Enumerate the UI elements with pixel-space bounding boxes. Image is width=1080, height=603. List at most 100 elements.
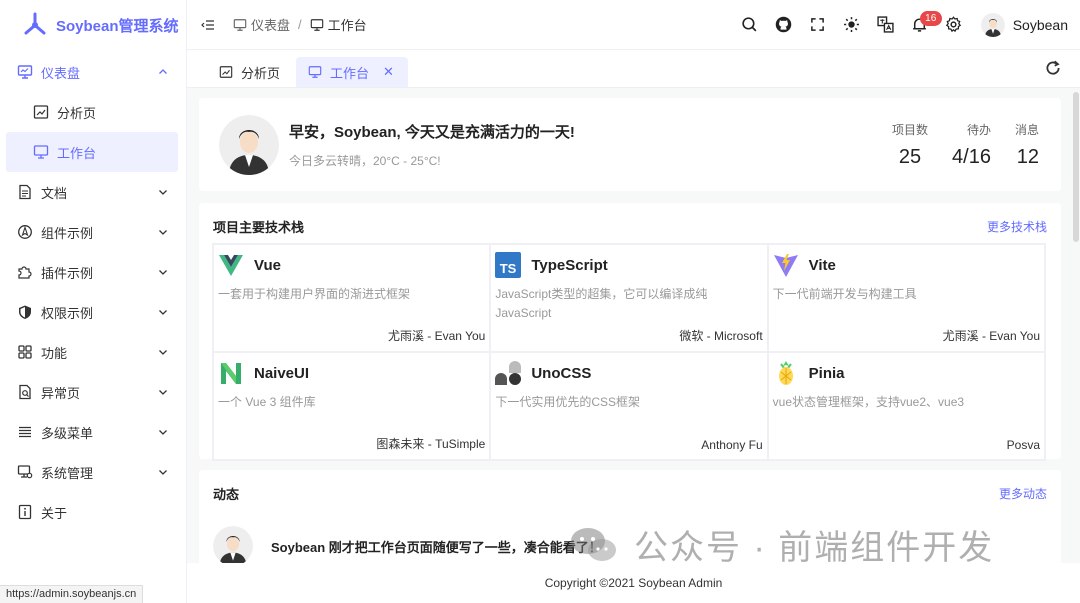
github-button[interactable] [767,8,801,42]
greeting: 早安，Soybean, 今天又是充满活力的一天! [289,123,575,141]
refresh-icon[interactable] [1044,59,1062,77]
sidebar-item-label: 功能 [41,345,68,361]
page-tabs: 分析页 工作台 ✕ [187,50,1080,88]
chevron-down-icon [159,270,167,275]
compass-icon [16,224,33,241]
breadcrumb-label: 工作台 [327,18,367,33]
tech-card-pinia[interactable]: Pinia vue状态管理框架，支持vue2、vue3 Posva [767,352,1045,460]
fullscreen-button[interactable] [801,8,835,42]
sidebar-item-docs[interactable]: 文档 [0,172,186,212]
tech-desc: 下一代实用优先的CSS框架 [495,395,641,409]
avatar [213,526,253,563]
typescript-icon: TS [495,252,522,278]
stat-value: 25 [898,145,922,168]
tech-name: Vite [808,256,836,274]
list-icon [16,424,33,441]
top-header: 仪表盘 / 工作台 16 Soybean [187,0,1080,50]
search-button[interactable] [733,8,767,42]
sun-icon [844,17,860,32]
shield-icon [16,304,33,321]
language-button[interactable] [869,8,903,42]
breadcrumb-item-workbench[interactable]: 工作台 [310,15,367,34]
close-icon[interactable]: ✕ [383,64,394,80]
activity-text: Soybean 刚才把工作台页面随便写了一些，凑合能看了！ [271,539,602,555]
tech-author: 尤雨溪 - Evan You [942,329,1040,343]
translate-icon [877,16,894,33]
grid-icon [16,344,33,361]
svg-text:TS: TS [500,261,517,276]
sidebar-item-permission[interactable]: 权限示例 [0,292,186,332]
sidebar-item-label: 仪表盘 [41,65,81,81]
naiveui-icon [221,363,241,384]
weather-text: 今日多云转晴，20°C - 25°C! [289,153,441,168]
status-bar-url: https://admin.soybeanjs.cn [0,585,144,603]
main-content: 早安，Soybean, 今天又是充满活力的一天! 今日多云转晴，20°C - 2… [187,88,1073,563]
monitor-icon [233,18,247,31]
sidebar-item-system[interactable]: 系统管理 [0,452,186,492]
document-icon [16,184,33,201]
breadcrumb-item-dashboard[interactable]: 仪表盘 [233,15,290,34]
more-tech-link[interactable]: 更多技术栈 [987,218,1047,235]
sidebar-item-label: 异常页 [41,385,81,401]
sidebar-item-label: 系统管理 [41,465,94,481]
user-menu[interactable]: Soybean [971,12,1080,37]
tab-analysis[interactable]: 分析页 [207,57,294,87]
sidebar-item-multi-menu[interactable]: 多级菜单 [0,412,186,452]
tech-card-unocss[interactable]: UnoCSS 下一代实用优先的CSS框架 Anthony Fu [490,352,768,460]
settings-button[interactable] [937,8,971,42]
monitor-icon [308,66,322,78]
tech-card-head: Vite [773,251,1040,279]
activity-card: 动态 更多动态 Soybean 刚才把工作台页面随便写了一些，凑合能看了！ [199,470,1061,563]
sidebar-item-components[interactable]: 组件示例 [0,212,186,252]
stat-projects: 项目数 25 [892,121,928,169]
sidebar-item-label: 工作台 [57,145,97,161]
tech-desc: 一个 Vue 3 组件库 [218,395,316,409]
chevron-down-icon [159,350,167,355]
chevron-down-icon [159,470,167,475]
tech-author: 图森未来 - TuSimple [376,437,486,451]
tech-card-typescript[interactable]: TS TypeScript JavaScript类型的超集，它可以编译成纯Jav… [490,244,768,352]
sidebar-item-plugins[interactable]: 插件示例 [0,252,186,292]
tech-name: Vue [254,256,281,274]
chevron-down-icon [159,190,167,195]
app-logo[interactable]: Soybean管理系统 [0,0,186,50]
section-title: 项目主要技术栈 [213,219,305,235]
collapse-menu-button[interactable] [193,10,223,40]
scrollbar-thumb[interactable] [1073,92,1079,242]
tech-stack-card: 项目主要技术栈 更多技术栈 Vue 一套用于构建用户界面的渐进式框架 尤雨溪 -… [199,203,1061,461]
github-icon [775,16,792,33]
logo-icon [24,12,46,35]
tech-card-naiveui[interactable]: NaiveUI 一个 Vue 3 组件库 图森未来 - TuSimple [213,352,491,460]
tab-workbench[interactable]: 工作台 ✕ [296,57,408,87]
tech-desc: vue状态管理框架，支持vue2、vue3 [772,395,965,409]
pinia-icon [778,361,793,385]
breadcrumb-separator: / [298,17,302,32]
tech-name: NaiveUI [254,364,310,382]
welcome-text: 早安，Soybean, 今天又是充满活力的一天! 今日多云转晴，20°C - 2… [289,121,868,169]
tech-grid: Vue 一套用于构建用户界面的渐进式框架 尤雨溪 - Evan You TS T… [212,243,1046,461]
side-menu: 仪表盘 分析页 工作台 文档 组件示例 插件示例 权限示例 功能 异常页 多级菜… [0,50,186,532]
tech-author: Anthony Fu [701,438,763,452]
sidebar-item-exception[interactable]: 异常页 [0,372,186,412]
sidebar-item-workbench[interactable]: 工作台 [6,132,178,172]
welcome-card: 早安，Soybean, 今天又是充满活力的一天! 今日多云转晴，20°C - 2… [199,98,1061,191]
theme-toggle-button[interactable] [835,8,869,42]
more-activity-link[interactable]: 更多动态 [999,485,1047,502]
chart-icon [219,66,233,78]
stat-value: 4/16 [952,145,991,168]
app-title: Soybean管理系统 [56,17,179,35]
tech-card-vite[interactable]: Vite 下一代前端开发与构建工具 尤雨溪 - Evan You [767,244,1045,352]
tech-card-vue[interactable]: Vue 一套用于构建用户界面的渐进式框架 尤雨溪 - Evan You [213,244,491,352]
sidebar-item-label: 权限示例 [41,305,94,321]
section-header: 项目主要技术栈 更多技术栈 [213,213,1047,239]
tech-author: Posva [1006,438,1040,452]
monitor-icon [310,18,323,31]
notification-button[interactable]: 16 [903,8,942,42]
copyright-text: Copyright ©2021 Soybean Admin [544,576,723,590]
sidebar-item-label: 多级菜单 [41,425,94,441]
sidebar-item-features[interactable]: 功能 [0,332,186,372]
sidebar-item-about[interactable]: 关于 [0,492,186,532]
sidebar-item-dashboard[interactable]: 仪表盘 [0,52,186,92]
sidebar-item-analysis[interactable]: 分析页 [0,92,186,132]
username: Soybean [1012,16,1068,33]
